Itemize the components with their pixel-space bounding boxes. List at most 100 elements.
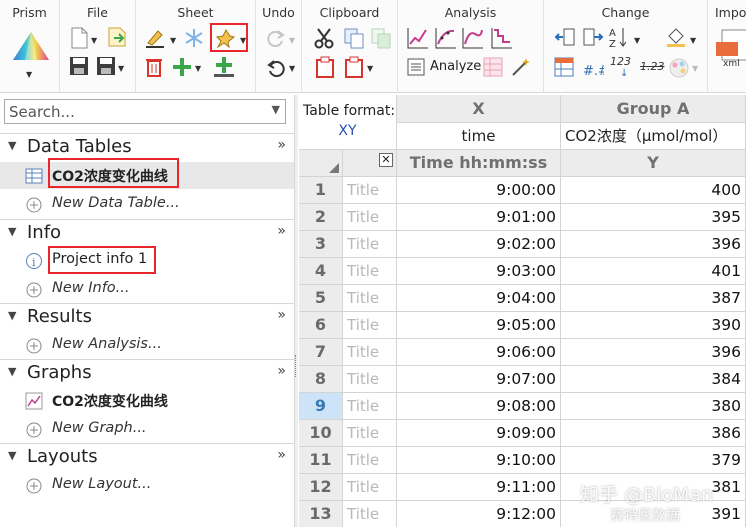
table-format-cell[interactable]: Table format: XY: [299, 95, 397, 150]
row-title-cell[interactable]: Title: [343, 312, 397, 339]
x-value-cell[interactable]: 9:08:00: [397, 393, 561, 420]
fill-color-icon[interactable]: [665, 26, 687, 48]
row-number[interactable]: 2: [299, 204, 343, 231]
y-value-cell[interactable]: 396: [561, 231, 746, 258]
new-document-icon[interactable]: [70, 27, 88, 49]
title-column-header[interactable]: ✕: [343, 150, 397, 177]
add-column-icon[interactable]: [212, 55, 236, 79]
new-layout-item[interactable]: New Layout...: [0, 472, 294, 499]
y-value-cell[interactable]: 380: [561, 393, 746, 420]
x-subheader[interactable]: Time hh:mm:ss: [397, 150, 561, 177]
group-a-column-title[interactable]: CO2浓度（μmol/mol）: [561, 123, 746, 150]
row-number[interactable]: 1: [299, 177, 343, 204]
xy-analysis-icon[interactable]: [406, 26, 430, 50]
move-left-icon[interactable]: [554, 27, 576, 47]
new-info-item[interactable]: New Info...: [0, 276, 294, 303]
y-value-cell[interactable]: 379: [561, 447, 746, 474]
number-format-icon[interactable]: #.#: [582, 57, 604, 79]
row-number[interactable]: 11: [299, 447, 343, 474]
row-title-cell[interactable]: Title: [343, 420, 397, 447]
prism-logo-icon[interactable]: [11, 30, 51, 64]
x-value-cell[interactable]: 9:07:00: [397, 366, 561, 393]
move-right-icon[interactable]: [582, 27, 604, 47]
collapse-triangle-icon[interactable]: ▼: [8, 225, 16, 238]
row-number[interactable]: 12: [299, 474, 343, 501]
search-input[interactable]: [9, 102, 259, 122]
save-dropdown-caret[interactable]: ▼: [118, 64, 124, 73]
row-title-cell[interactable]: Title: [343, 447, 397, 474]
row-title-cell[interactable]: Title: [343, 258, 397, 285]
close-icon[interactable]: ✕: [379, 153, 393, 167]
expand-chevron-icon[interactable]: »: [277, 223, 286, 239]
row-number[interactable]: 13: [299, 501, 343, 527]
decrease-decimals-button[interactable]: 1.23: [640, 60, 665, 73]
copy-special-icon[interactable]: [370, 27, 392, 49]
analyze-button[interactable]: Analyze: [430, 59, 481, 74]
y-value-cell[interactable]: 386: [561, 420, 746, 447]
row-number[interactable]: 8: [299, 366, 343, 393]
undo-icon[interactable]: [265, 57, 287, 77]
expand-chevron-icon[interactable]: »: [277, 137, 286, 153]
group-a-column-header[interactable]: Group A: [561, 95, 746, 123]
x-value-cell[interactable]: 9:05:00: [397, 312, 561, 339]
results-grid-icon[interactable]: [483, 57, 503, 77]
expand-chevron-icon[interactable]: »: [277, 447, 286, 463]
copy-icon[interactable]: [343, 27, 365, 49]
row-title-cell[interactable]: Title: [343, 231, 397, 258]
row-number[interactable]: 6: [299, 312, 343, 339]
expand-chevron-icon[interactable]: »: [277, 363, 286, 379]
new-analysis-item[interactable]: New Analysis...: [0, 332, 294, 359]
x-value-cell[interactable]: 9:06:00: [397, 339, 561, 366]
section-graphs[interactable]: ▼ Graphs »: [0, 359, 294, 386]
x-value-cell[interactable]: 9:01:00: [397, 204, 561, 231]
sort-icon[interactable]: AZ: [608, 25, 630, 49]
pane-splitter[interactable]: [294, 95, 298, 527]
row-number[interactable]: 5: [299, 285, 343, 312]
expand-chevron-icon[interactable]: »: [277, 307, 286, 323]
row-title-cell[interactable]: Title: [343, 366, 397, 393]
analyze-icon[interactable]: [407, 58, 425, 76]
y-subheader[interactable]: Y: [561, 150, 746, 177]
highlight-dropdown-caret[interactable]: ▼: [170, 36, 176, 45]
row-title-cell[interactable]: Title: [343, 501, 397, 527]
magic-wand-icon[interactable]: [510, 56, 532, 78]
row-number[interactable]: 3: [299, 231, 343, 258]
new-graph-item[interactable]: New Graph...: [0, 416, 294, 443]
y-value-cell[interactable]: 387: [561, 285, 746, 312]
table-format-value[interactable]: XY: [299, 123, 396, 139]
new-data-table-item[interactable]: New Data Table...: [0, 191, 294, 218]
fill-dropdown-caret[interactable]: ▼: [690, 36, 696, 45]
color-scheme-icon[interactable]: [668, 57, 692, 79]
section-data-tables[interactable]: ▼ Data Tables »: [0, 133, 294, 160]
collapse-triangle-icon[interactable]: ▼: [8, 365, 16, 378]
y-value-cell[interactable]: 400: [561, 177, 746, 204]
format-table-icon[interactable]: [554, 57, 574, 77]
open-file-icon[interactable]: [106, 26, 128, 48]
row-title-cell[interactable]: Title: [343, 393, 397, 420]
snowflake-icon[interactable]: [184, 28, 204, 48]
search-dropdown-icon[interactable]: ▼: [272, 103, 280, 116]
y-value-cell[interactable]: 384: [561, 366, 746, 393]
add-sheet-dropdown-caret[interactable]: ▼: [195, 64, 201, 73]
splitter-grip-icon[interactable]: [295, 355, 297, 377]
x-column-title[interactable]: time: [397, 123, 561, 150]
delete-sheet-icon[interactable]: [144, 56, 164, 78]
y-value-cell[interactable]: 395: [561, 204, 746, 231]
new-dropdown-caret[interactable]: ▼: [91, 36, 97, 45]
paste-icon[interactable]: [315, 56, 335, 78]
row-number[interactable]: 9: [299, 393, 343, 420]
graph-item[interactable]: CO2浓度变化曲线: [0, 387, 294, 414]
x-value-cell[interactable]: 9:09:00: [397, 420, 561, 447]
section-layouts[interactable]: ▼ Layouts »: [0, 443, 294, 470]
undo-dropdown-caret[interactable]: ▼: [289, 64, 295, 73]
row-number[interactable]: 10: [299, 420, 343, 447]
curve-fit-icon[interactable]: [434, 26, 458, 50]
prism-dropdown-caret[interactable]: ▼: [26, 70, 32, 79]
collapse-triangle-icon[interactable]: ▼: [8, 309, 16, 322]
y-value-cell[interactable]: 401: [561, 258, 746, 285]
x-value-cell[interactable]: 9:11:00: [397, 474, 561, 501]
survival-icon[interactable]: [490, 26, 514, 50]
x-value-cell[interactable]: 9:10:00: [397, 447, 561, 474]
section-results[interactable]: ▼ Results »: [0, 303, 294, 330]
import-file-icon[interactable]: xml: [716, 28, 746, 68]
